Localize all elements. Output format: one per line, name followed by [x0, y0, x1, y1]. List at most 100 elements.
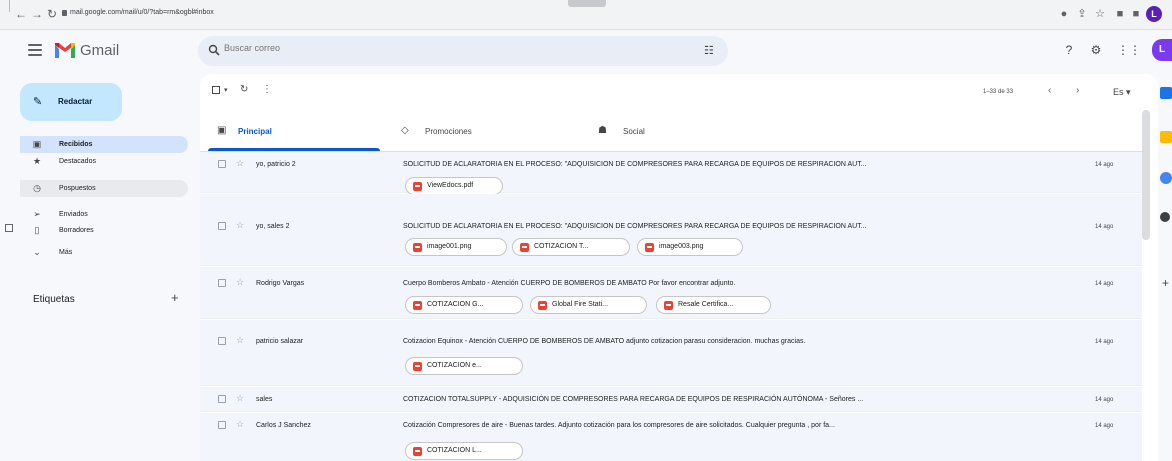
email-sender: Rodrigo Vargas: [256, 280, 305, 287]
contacts-icon[interactable]: [1160, 212, 1170, 222]
pdf-file-icon: [538, 301, 547, 310]
sidepanel-icon[interactable]: ■: [1114, 8, 1126, 20]
attachment-name: ViewEdocs.pdf: [427, 182, 474, 189]
pagination-count: 1–33 de 33: [983, 89, 1014, 95]
back-icon[interactable]: ←: [14, 7, 28, 21]
account-avatar[interactable]: L: [1152, 39, 1172, 61]
tag-icon: ◇: [401, 125, 409, 136]
pdf-file-icon: [413, 182, 422, 191]
keep-icon[interactable]: [1160, 131, 1172, 143]
email-sender: yo, sales 2: [256, 223, 290, 230]
sidebar-item-more[interactable]: [20, 244, 188, 261]
star-icon[interactable]: ☆: [236, 158, 244, 169]
window-edge: [9, 0, 10, 12]
email-sender: sales: [256, 396, 273, 403]
apps-grid-icon[interactable]: ⋮⋮: [1117, 43, 1141, 57]
image-file-icon: [413, 243, 422, 252]
location-icon[interactable]: ●: [1058, 8, 1070, 20]
resize-handle[interactable]: [5, 224, 13, 232]
tab-promotions[interactable]: Promociones: [425, 127, 472, 136]
prev-page-icon[interactable]: ‹: [1048, 85, 1051, 96]
attachment-name: image001.png: [427, 243, 472, 250]
refresh-icon[interactable]: ↻: [240, 84, 248, 95]
row-checkbox[interactable]: [218, 395, 226, 403]
pdf-file-icon: [413, 447, 422, 456]
bookmark-star-icon[interactable]: ☆: [1094, 8, 1106, 20]
extension-icon[interactable]: ■: [1130, 8, 1142, 20]
more-vert-icon[interactable]: ⋮: [262, 84, 272, 95]
next-page-icon[interactable]: ›: [1076, 85, 1079, 96]
star-icon[interactable]: ☆: [236, 220, 244, 231]
email-date: 14 ago: [1095, 423, 1114, 429]
add-addon-icon[interactable]: +: [1162, 276, 1169, 290]
email-row[interactable]: [200, 320, 1142, 386]
sidebar-item-sent[interactable]: [20, 206, 188, 223]
email-row[interactable]: [200, 152, 1142, 193]
sidebar-item-label: Recibidos: [59, 141, 93, 148]
sidebar-item-snoozed[interactable]: [20, 180, 188, 197]
email-subject: SOLICITUD DE ACLARATORIA EN EL PROCESO: …: [403, 223, 867, 230]
email-sender: Carlos J Sanchez: [256, 422, 311, 429]
email-subject: Cotizacion Equinox - Atención CUERPO DE …: [403, 338, 806, 345]
search-icon[interactable]: [208, 44, 220, 56]
sidebar-item-label: Enviados: [59, 211, 88, 218]
tab-strip-handle: [568, 0, 606, 7]
pdf-file-icon: [664, 301, 673, 310]
select-dropdown-icon[interactable]: ▾: [224, 86, 228, 94]
menu-icon[interactable]: [28, 44, 42, 58]
sidebar-item-drafts[interactable]: [20, 222, 188, 239]
address-bar[interactable]: mail.google.com/mail/u/0/?tab=rm&ogbl#in…: [70, 9, 214, 16]
input-language-selector[interactable]: Es ▾: [1113, 87, 1131, 98]
add-label-icon[interactable]: +: [171, 290, 179, 305]
row-checkbox[interactable]: [218, 279, 226, 287]
pdf-file-icon: [413, 362, 422, 371]
search-filter-icon[interactable]: ☷: [704, 44, 714, 57]
email-row[interactable]: [200, 413, 1142, 461]
pencil-icon: ✎: [33, 96, 43, 108]
email-subject: SOLICITUD DE ACLARATORIA EN EL PROCESO: …: [403, 161, 867, 168]
email-date: 14 ago: [1095, 224, 1114, 230]
share-icon[interactable]: ⇪: [1076, 8, 1088, 20]
email-date: 14 ago: [1095, 281, 1114, 287]
star-icon: ★: [32, 156, 42, 166]
forward-icon[interactable]: →: [30, 7, 44, 21]
star-icon[interactable]: ☆: [236, 419, 244, 430]
tab-social[interactable]: Social: [623, 127, 645, 136]
tab-primary[interactable]: Principal: [238, 127, 272, 136]
draft-icon: ▯: [34, 225, 40, 235]
sidebar-item-label: Pospuestos: [59, 185, 96, 192]
search-input[interactable]: [224, 43, 524, 53]
gmail-logo-icon[interactable]: [54, 41, 76, 59]
star-icon[interactable]: ☆: [236, 393, 244, 404]
attachment-name: Global Fire Stati...: [552, 301, 609, 308]
lock-icon: [62, 10, 67, 16]
app-name: Gmail: [80, 42, 120, 59]
select-all-checkbox[interactable]: [212, 86, 220, 94]
row-checkbox[interactable]: [218, 421, 226, 429]
chevron-down-icon: ⌄: [33, 247, 41, 257]
browser-profile-avatar[interactable]: L: [1146, 6, 1162, 22]
email-sender: yo, patricio 2: [256, 161, 296, 168]
help-icon[interactable]: ?: [1062, 43, 1076, 57]
row-checkbox[interactable]: [218, 337, 226, 345]
email-subject: Cotización Compresores de aire - Buenas …: [403, 422, 835, 429]
send-icon: ➢: [33, 209, 41, 219]
sidebar-item-starred[interactable]: [20, 153, 188, 170]
inbox-icon: ▣: [32, 139, 42, 149]
reload-icon[interactable]: ↻: [45, 7, 59, 21]
scrollbar[interactable]: [1142, 110, 1150, 240]
email-date: 14 ago: [1095, 339, 1114, 345]
sidebar-item-inbox[interactable]: [20, 136, 188, 153]
row-checkbox[interactable]: [218, 160, 226, 168]
sidebar-item-label: Borradores: [59, 227, 94, 234]
people-icon: ☗: [598, 125, 607, 136]
email-subject: Cuerpo Bomberos Ambato - Atención CUERPO…: [403, 280, 736, 287]
sidebar-item-label: Destacados: [59, 158, 96, 165]
image-file-icon: [645, 243, 654, 252]
star-icon[interactable]: ☆: [236, 277, 244, 288]
settings-gear-icon[interactable]: ⚙: [1089, 43, 1103, 57]
calendar-icon[interactable]: [1160, 87, 1172, 99]
star-icon[interactable]: ☆: [236, 335, 244, 346]
row-checkbox[interactable]: [218, 222, 226, 230]
tasks-icon[interactable]: [1160, 172, 1172, 184]
